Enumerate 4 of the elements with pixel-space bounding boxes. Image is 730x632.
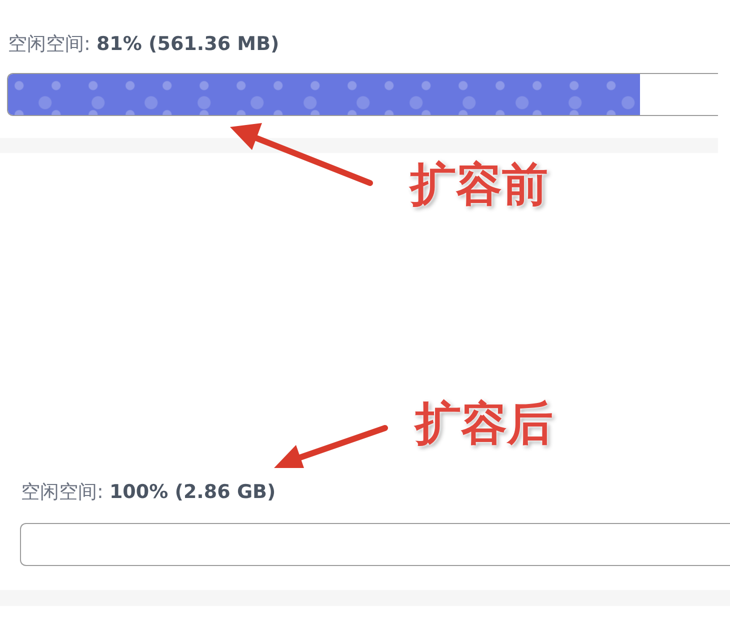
- free-space-label: 空闲空间: 100% (2.86 GB): [21, 480, 277, 504]
- annotation-text: 扩容后: [415, 396, 553, 450]
- annotation-text: 扩容前: [410, 157, 548, 211]
- free-space-label: 空闲空间: 81% (561.36 MB): [8, 32, 280, 56]
